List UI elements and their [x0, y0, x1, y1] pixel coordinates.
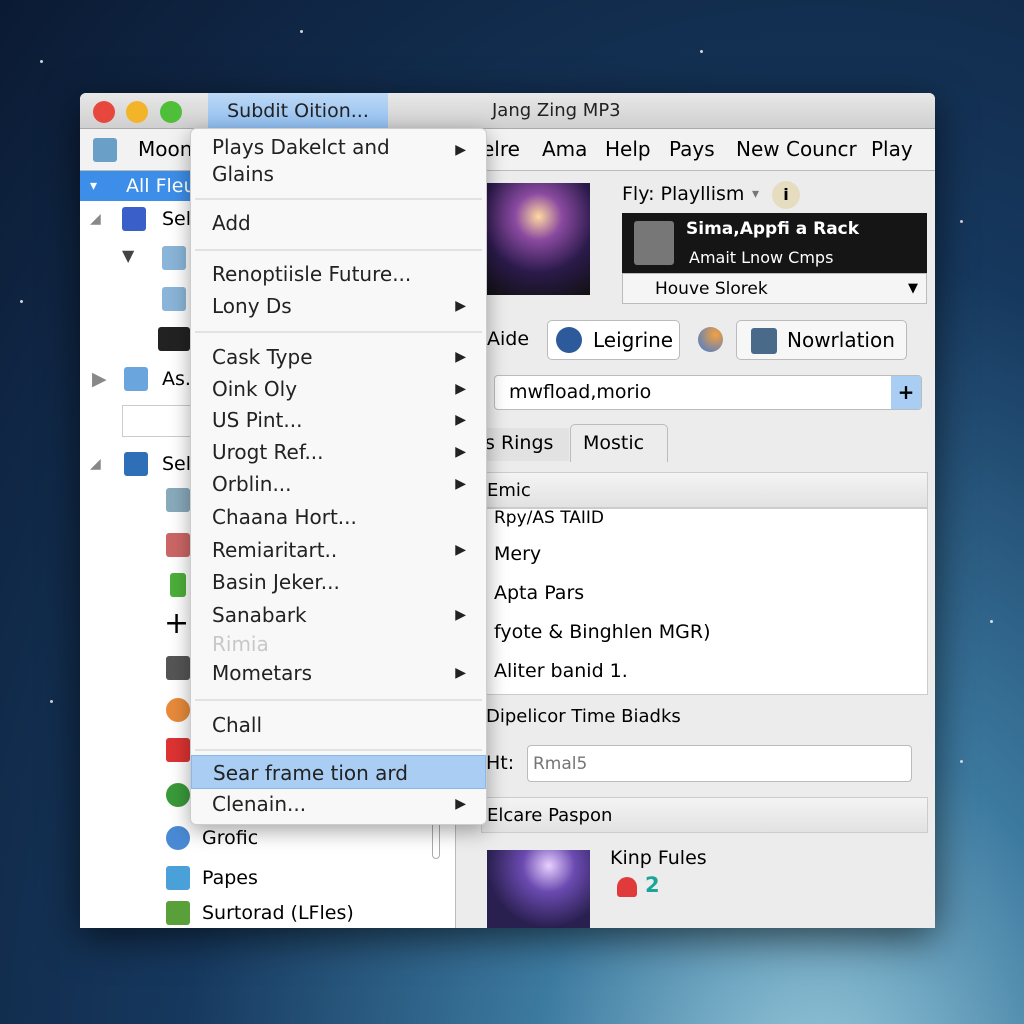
playlist-label[interactable]: Fly: Playllism: [622, 183, 744, 205]
menu-play[interactable]: Play: [871, 137, 913, 161]
menu-item[interactable]: Basin Jeker...: [191, 570, 486, 594]
track-subtitle: Amait Lnow Cmps: [689, 248, 834, 267]
monitor-icon: [751, 328, 777, 354]
field-label: Ht:: [486, 752, 515, 774]
sidebar-item-surtorad[interactable]: Surtorad (LFles): [80, 898, 456, 928]
list-header: Emic: [481, 472, 928, 508]
menu-item[interactable]: Orblin... ▶: [191, 472, 486, 496]
add-button[interactable]: +: [891, 376, 921, 409]
menu-ama[interactable]: Ama: [542, 137, 587, 161]
sidebar-item-papes[interactable]: Papes: [80, 863, 456, 893]
menu-item[interactable]: Oink Oly ▶: [191, 377, 486, 401]
photo-icon: [162, 287, 186, 311]
now-playing: Sima,Appfi a Rack Amait Lnow Cmps: [622, 213, 927, 273]
photo-icon: [162, 246, 186, 270]
menu-item[interactable]: Urogt Ref... ▶: [191, 440, 486, 464]
menu-new-councr[interactable]: New Councr: [736, 137, 857, 161]
menu-item[interactable]: Remiaritart.. ▶: [191, 538, 486, 562]
expand-arrow[interactable]: ▼: [122, 246, 134, 265]
chevron-down-icon[interactable]: ▾: [752, 186, 759, 202]
menu-item[interactable]: Mometars ▶: [191, 661, 486, 685]
menu-item-highlighted[interactable]: Sear frame tion ard: [191, 755, 486, 789]
track-title: Sima,Appfi a Rack: [686, 219, 860, 239]
menu-item[interactable]: Sanabark ▶: [191, 603, 486, 627]
menu-help[interactable]: Help: [605, 137, 651, 161]
album-art: [487, 183, 590, 295]
album-thumbnail: [487, 850, 590, 928]
device-icon: [122, 207, 146, 231]
aide-label: Aide: [487, 328, 530, 350]
orb-icon[interactable]: [698, 327, 723, 352]
info-icon[interactable]: i: [772, 181, 800, 209]
album-count: 2: [645, 873, 660, 897]
menu-item[interactable]: Lony Ds ▶: [191, 294, 486, 318]
tab-mostic[interactable]: Mostic: [570, 424, 668, 462]
toolbox-icon: [93, 138, 117, 162]
minimize-button[interactable]: [126, 101, 148, 123]
menu-item-disabled: Rimia: [212, 632, 269, 656]
menu-item[interactable]: US Pint... ▶: [191, 408, 486, 432]
menu-item[interactable]: Chaana Hort...: [191, 505, 486, 529]
menu-moon[interactable]: Moon: [138, 137, 192, 161]
menu-title[interactable]: Subdit Oition...: [208, 93, 388, 129]
app-icon: [166, 783, 190, 807]
source-dropdown[interactable]: Houve Slorek ▼: [622, 273, 927, 304]
list-item[interactable]: Rpy/AS TAIID: [494, 508, 604, 528]
plus-icon: +: [164, 606, 190, 641]
menu-item[interactable]: Plays Dakelct and Glains ▶: [191, 134, 486, 188]
monitor-icon: [158, 327, 190, 351]
list-item[interactable]: Apta Pars: [494, 582, 584, 604]
facebook-icon: [124, 452, 148, 476]
user-badge-icon: [617, 877, 637, 897]
car-icon: [166, 866, 190, 890]
dropdown-menu: Plays Dakelct and Glains ▶ Add Renoptiisle…: [190, 128, 487, 825]
track-icon: [634, 221, 674, 265]
section-header: Elcare Paspon: [481, 797, 928, 833]
ht-input[interactable]: [527, 745, 912, 782]
app-icon: [166, 901, 190, 925]
app-icon: [166, 533, 190, 557]
list-item[interactable]: Aliter banid 1.: [494, 660, 628, 682]
window-title: Jang Zing MP3: [492, 100, 621, 121]
section-header: Dipelicor Time Biadks: [481, 698, 928, 738]
bag-icon: [170, 573, 186, 597]
tab-rings[interactable]: s Rings: [481, 428, 569, 461]
list-item[interactable]: Mery: [494, 543, 541, 565]
pin-icon: [166, 826, 190, 850]
menu-item[interactable]: Clenain... ▶: [191, 792, 486, 816]
leigrine-button[interactable]: Leigrine: [547, 320, 680, 360]
dropdown-arrow-icon: ▼: [908, 281, 918, 296]
app-icon: [166, 488, 190, 512]
menu-item[interactable]: Renoptiisle Future...: [191, 262, 486, 286]
zoom-button[interactable]: [160, 101, 182, 123]
menu-elre[interactable]: elre: [482, 137, 520, 161]
nowrlation-button[interactable]: Nowrlation: [736, 320, 907, 360]
menu-item[interactable]: Chall: [191, 713, 486, 737]
menu-item[interactable]: Add: [191, 211, 486, 235]
list-item[interactable]: fyote & Binghlen MGR): [494, 621, 711, 643]
title-bar: Subdit Oition... Jang Zing MP3: [80, 93, 935, 129]
sidebar-item-grofic[interactable]: Grofic: [80, 823, 456, 853]
app-icon: [166, 698, 190, 722]
calendar-icon: [124, 367, 148, 391]
menu-pays[interactable]: Pays: [669, 137, 715, 161]
sidebar-item-label: All Fleu: [126, 175, 196, 197]
search-input[interactable]: mwfload,morio +: [494, 375, 922, 410]
app-icon: [166, 656, 190, 680]
user-icon: [556, 327, 582, 353]
app-icon: [166, 738, 190, 762]
menu-item[interactable]: Cask Type ▶: [191, 345, 486, 369]
album-title[interactable]: Kinp Fules: [610, 847, 707, 869]
close-button[interactable]: [93, 101, 115, 123]
